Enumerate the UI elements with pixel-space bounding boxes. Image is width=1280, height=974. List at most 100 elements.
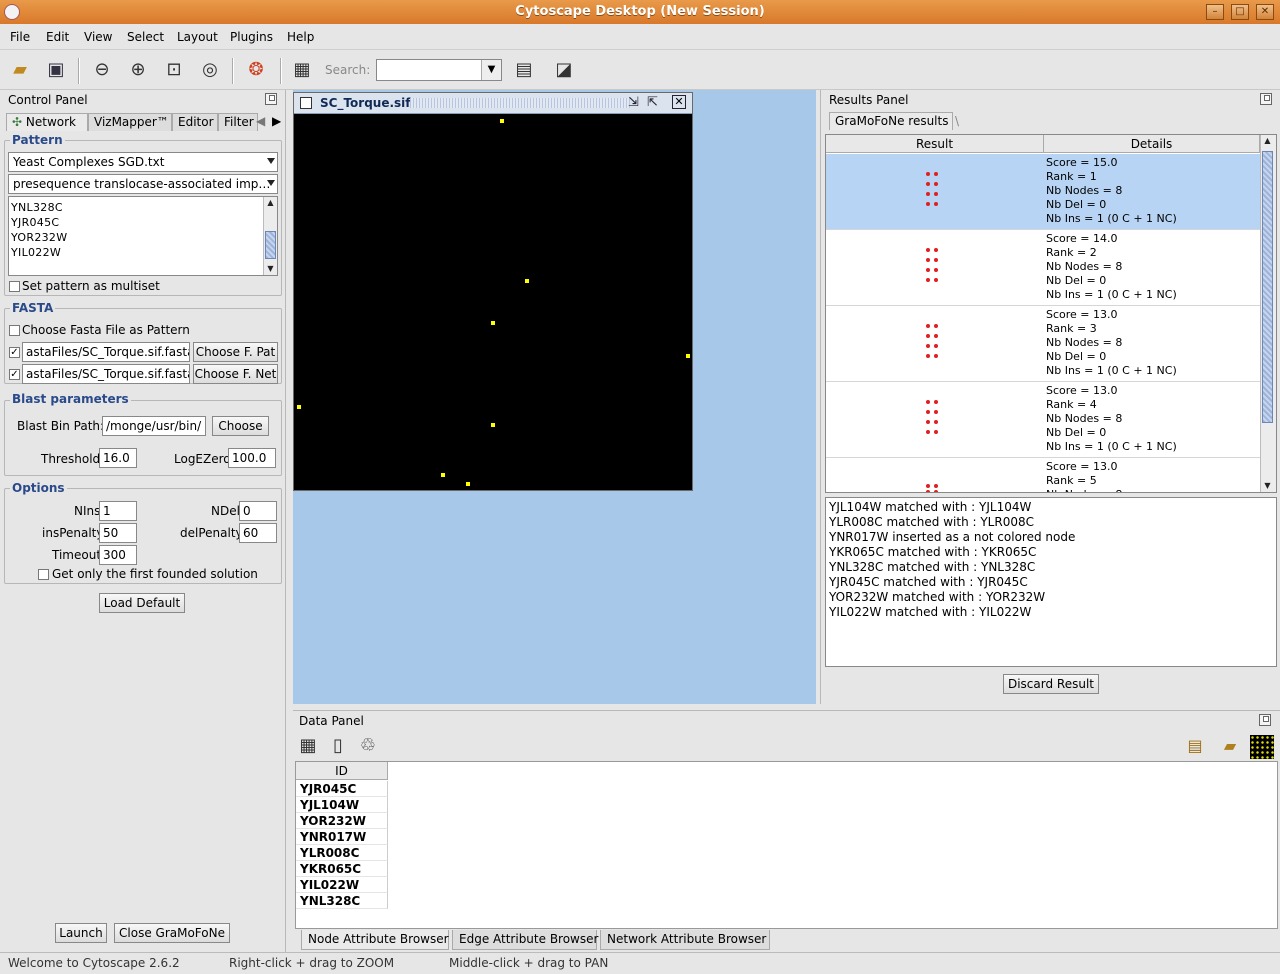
zoom-in-icon[interactable]: ⊕ xyxy=(126,59,150,81)
select-attributes-icon[interactable]: ▦ xyxy=(296,735,320,757)
tab-vizmapper[interactable]: VizMapper™ xyxy=(88,113,172,131)
network-node[interactable] xyxy=(297,405,301,409)
table-row[interactable]: Score = 13.0 Rank = 4 Nb Nodes = 8 Nb De… xyxy=(826,382,1260,458)
column-header-id[interactable]: ID xyxy=(296,762,388,780)
export-icon[interactable]: ◪ xyxy=(552,59,576,81)
scroll-down-icon[interactable]: ▼ xyxy=(1261,480,1274,492)
fasta-path2-checkbox[interactable]: ✓ xyxy=(9,369,20,380)
threshold-field[interactable]: 16.0 xyxy=(99,448,137,468)
menu-layout[interactable]: Layout xyxy=(177,30,218,44)
network-node[interactable] xyxy=(686,354,690,358)
list-item[interactable]: YOR232W xyxy=(11,231,67,244)
discard-result-button[interactable]: Discard Result xyxy=(1003,674,1099,694)
undock-icon[interactable] xyxy=(265,93,277,105)
table-row[interactable]: YNL328C xyxy=(296,893,388,909)
network-overview-icon[interactable] xyxy=(1250,735,1274,759)
close-window-button[interactable]: ✕ xyxy=(1256,4,1274,20)
search-combo[interactable]: ▼ xyxy=(376,59,502,81)
delpenalty-field[interactable]: 60 xyxy=(239,523,277,543)
zoom-fit-icon[interactable]: ◎ xyxy=(198,59,222,81)
close-gramofone-button[interactable]: Close GraMoFoNe xyxy=(114,923,230,943)
undock-icon[interactable] xyxy=(1259,714,1271,726)
table-row[interactable]: Score = 13.0 Rank = 3 Nb Nodes = 8 Nb De… xyxy=(826,306,1260,382)
list-item[interactable]: YJR045C xyxy=(11,216,59,229)
launch-button[interactable]: Launch xyxy=(55,923,107,943)
trash-icon[interactable]: ♲ xyxy=(356,735,380,757)
tab-editor[interactable]: Editor xyxy=(172,113,218,131)
table-row[interactable]: YLR008C xyxy=(296,845,388,861)
undock-icon[interactable] xyxy=(1260,93,1272,105)
tab-filter[interactable]: Filter xyxy=(218,113,258,131)
network-node[interactable] xyxy=(525,279,529,283)
tab-network-attribute-browser[interactable]: Network Attribute Browser xyxy=(600,930,770,950)
pattern-gene-list[interactable]: YNL328C YJR045C YOR232W YIL022W ▲ ▼ xyxy=(8,196,278,276)
table-row[interactable]: Score = 15.0 Rank = 1 Nb Nodes = 8 Nb De… xyxy=(826,154,1260,230)
maximize-icon[interactable]: ⇱ xyxy=(647,95,658,110)
choose-blast-button[interactable]: Choose xyxy=(212,416,269,436)
logezero-field[interactable]: 100.0 xyxy=(228,448,276,468)
node-attribute-table[interactable]: ID YJR045C YJL104W YOR232W YNR017W YLR00… xyxy=(295,761,1278,929)
choose-pattern-fasta-button[interactable]: Choose F. Pat xyxy=(193,342,278,362)
fasta-path1-field[interactable]: astaFiles/SC_Torque.sif.fasta xyxy=(22,342,190,362)
network-node[interactable] xyxy=(466,482,470,486)
load-default-button[interactable]: Load Default xyxy=(99,593,185,613)
list-item[interactable]: YNL328C xyxy=(11,201,63,214)
gene-list-scrollbar[interactable]: ▲ ▼ xyxy=(263,197,277,275)
table-row[interactable]: YNR017W xyxy=(296,829,388,845)
new-attribute-icon[interactable]: ▯ xyxy=(326,735,350,757)
column-header-details[interactable]: Details xyxy=(1044,135,1260,153)
first-solution-checkbox[interactable] xyxy=(38,569,49,580)
menu-edit[interactable]: Edit xyxy=(46,30,69,44)
maximize-button[interactable]: □ xyxy=(1231,4,1249,20)
network-node[interactable] xyxy=(441,473,445,477)
close-icon[interactable]: ✕ xyxy=(672,95,686,109)
blast-bin-path-field[interactable]: /monge/usr/bin/ xyxy=(102,416,206,436)
tab-node-attribute-browser[interactable]: Node Attribute Browser xyxy=(301,930,449,950)
help-lifebuoy-icon[interactable]: ❂ xyxy=(244,59,268,81)
tab-edge-attribute-browser[interactable]: Edge Attribute Browser xyxy=(452,930,598,950)
tab-network[interactable]: ✣ Network xyxy=(6,113,88,131)
menu-help[interactable]: Help xyxy=(287,30,314,44)
iconify-icon[interactable]: ⇲ xyxy=(628,95,639,110)
column-header-result[interactable]: Result xyxy=(826,135,1044,153)
fasta-path2-field[interactable]: astaFiles/SC_Torque.sif.fasta xyxy=(22,364,190,384)
fasta-pattern-checkbox[interactable] xyxy=(9,325,20,336)
network-window-titlebar[interactable]: SC_Torque.sif ⇲ ⇱ ✕ xyxy=(294,93,692,114)
multiset-checkbox[interactable] xyxy=(9,281,20,292)
scroll-thumb[interactable] xyxy=(1262,151,1273,423)
menu-view[interactable]: View xyxy=(84,30,112,44)
tab-scroll-right-icon[interactable]: ▶ xyxy=(272,114,281,128)
fasta-path1-checkbox[interactable]: ✓ xyxy=(9,347,20,358)
table-row[interactable]: YKR065C xyxy=(296,861,388,877)
list-item[interactable]: YIL022W xyxy=(11,246,61,259)
table-row[interactable]: Score = 14.0 Rank = 2 Nb Nodes = 8 Nb De… xyxy=(826,230,1260,306)
chevron-down-icon[interactable]: ▼ xyxy=(481,60,501,80)
minimize-button[interactable]: – xyxy=(1206,4,1224,20)
save-icon[interactable]: ▣ xyxy=(44,59,68,81)
table-row[interactable]: YOR232W xyxy=(296,813,388,829)
notes-icon[interactable]: ▤ xyxy=(1183,735,1207,757)
table-row[interactable]: YJR045C xyxy=(296,781,388,797)
zoom-out-icon[interactable]: ⊖ xyxy=(90,59,114,81)
scroll-up-icon[interactable]: ▲ xyxy=(264,197,277,209)
attribute-search-icon[interactable]: ▤ xyxy=(512,59,536,81)
network-node[interactable] xyxy=(491,423,495,427)
inspenalty-field[interactable]: 50 xyxy=(99,523,137,543)
network-view-window[interactable]: SC_Torque.sif ⇲ ⇱ ✕ xyxy=(293,92,693,491)
network-node[interactable] xyxy=(500,119,504,123)
scroll-down-icon[interactable]: ▼ xyxy=(264,263,277,275)
pattern-file-select[interactable]: Yeast Complexes SGD.txt xyxy=(8,152,278,172)
menu-plugins[interactable]: Plugins xyxy=(230,30,273,44)
choose-network-fasta-button[interactable]: Choose F. Net xyxy=(193,364,278,384)
menu-file[interactable]: File xyxy=(10,30,30,44)
zoom-selected-icon[interactable]: ⊡ xyxy=(162,59,186,81)
open-folder-icon[interactable]: ▰ xyxy=(8,59,32,81)
results-table[interactable]: Result Details Score = 15.0 Rank = 1 Nb … xyxy=(825,134,1277,493)
ndel-field[interactable]: 0 xyxy=(239,501,277,521)
tab-gramofone-results[interactable]: GraMoFoNe results xyxy=(829,112,953,130)
results-scrollbar[interactable]: ▲ ▼ xyxy=(1260,135,1276,492)
nins-field[interactable]: 1 xyxy=(99,501,137,521)
complex-select[interactable]: presequence translocase-associated imp… xyxy=(8,174,278,194)
table-row[interactable]: YIL022W xyxy=(296,877,388,893)
table-row[interactable]: Score = 13.0 Rank = 5 Nb Nodes = 8 xyxy=(826,458,1260,492)
